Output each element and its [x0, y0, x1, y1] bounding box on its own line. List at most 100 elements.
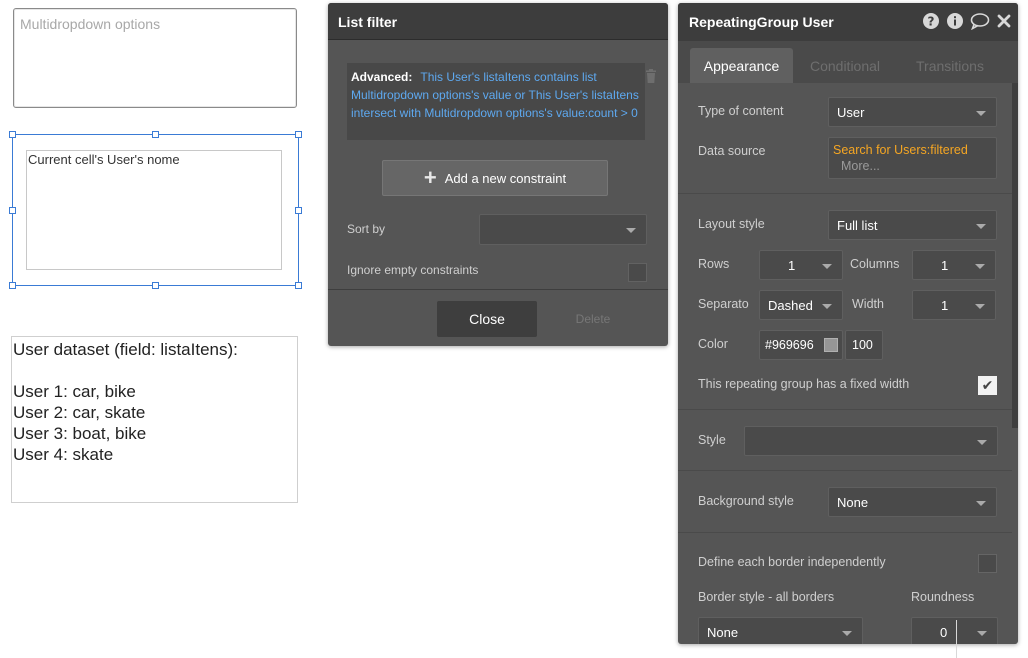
resize-handle-top-left[interactable]	[9, 131, 16, 138]
chevron-down-icon	[626, 228, 636, 233]
repeating-group-cell-text[interactable]: Current cell's User's nome	[26, 150, 282, 270]
fixed-width-label: This repeating group has a fixed width	[698, 377, 910, 391]
close-icon[interactable]	[996, 13, 1012, 29]
property-editor-header: RepeatingGroup User ?	[678, 3, 1018, 41]
dataset-line: User 1: car, bike	[13, 382, 136, 401]
add-constraint-label: Add a new constraint	[444, 170, 567, 186]
divider	[328, 289, 668, 290]
dataset-line: User dataset (field: listaItens):	[13, 340, 238, 359]
layout-style-label: Layout style	[698, 217, 765, 231]
multidropdown-placeholder: Multidropdown options	[20, 16, 161, 32]
background-style-label: Background style	[698, 494, 794, 508]
property-editor-title: RepeatingGroup User	[689, 14, 834, 30]
border-style-label: Border style - all borders	[698, 590, 835, 604]
add-constraint-button[interactable]: + Add a new constraint	[382, 160, 608, 196]
separator-dropdown[interactable]: Dashed	[759, 290, 843, 320]
resize-handle-top[interactable]	[152, 131, 159, 138]
checkmark-icon: ✔	[981, 377, 994, 393]
data-source-label: Data source	[698, 144, 766, 158]
border-style-dropdown[interactable]: None	[698, 617, 863, 644]
comment-icon[interactable]	[970, 12, 990, 30]
advanced-constraint[interactable]: Advanced: This User's listaItens contains…	[347, 63, 645, 140]
svg-text:?: ?	[928, 15, 935, 29]
data-source-field[interactable]: Search for Users:filtered More...	[828, 137, 997, 179]
list-filter-panel: List filter Advanced: This User's listaIt…	[328, 3, 668, 346]
divider	[678, 470, 1012, 471]
info-icon[interactable]	[946, 12, 964, 30]
divider	[956, 620, 957, 658]
chevron-down-icon	[975, 264, 985, 269]
dataset-line: User 3: boat, bike	[13, 424, 147, 443]
data-source-expression[interactable]: Search for Users:filtered	[833, 143, 992, 157]
roundness-label: Roundness	[911, 590, 975, 604]
color-hex-value: #969696	[765, 338, 814, 352]
background-style-value: None	[837, 494, 869, 510]
roundness-input[interactable]: 0	[911, 617, 998, 644]
close-button[interactable]: Close	[437, 301, 537, 337]
dataset-text-box[interactable]: User dataset (field: listaItens): User 1…	[11, 336, 298, 503]
sort-by-label: Sort by	[347, 222, 386, 236]
divider	[678, 409, 1012, 410]
multidropdown-input[interactable]: Multidropdown options	[13, 8, 297, 108]
style-label: Style	[698, 433, 726, 447]
width-dropdown[interactable]: 1	[912, 290, 996, 320]
chevron-down-icon	[976, 501, 986, 506]
chevron-down-icon	[842, 631, 852, 636]
layout-style-dropdown[interactable]: Full list	[828, 210, 997, 240]
type-of-content-dropdown[interactable]: User	[828, 97, 997, 127]
resize-handle-bottom-left[interactable]	[9, 282, 16, 289]
help-icon[interactable]: ?	[922, 12, 940, 30]
ignore-empty-checkbox[interactable]	[628, 263, 647, 282]
style-dropdown[interactable]	[744, 426, 998, 456]
advanced-label: Advanced:	[351, 70, 413, 84]
fixed-width-checkbox[interactable]: ✔	[978, 376, 997, 395]
columns-value: 1	[941, 257, 949, 273]
list-filter-title: List filter	[328, 3, 668, 40]
opacity-input[interactable]: 100	[845, 330, 883, 360]
delete-button[interactable]: Delete	[568, 301, 618, 337]
tab-conditional[interactable]: Conditional	[795, 48, 895, 83]
columns-dropdown[interactable]: 1	[912, 250, 996, 280]
resize-handle-top-right[interactable]	[295, 131, 302, 138]
property-editor-panel: RepeatingGroup User ? Appearance Conditi…	[678, 3, 1018, 644]
resize-handle-left[interactable]	[9, 207, 16, 214]
rows-label: Rows	[698, 257, 730, 271]
chevron-down-icon	[822, 264, 832, 269]
rows-dropdown[interactable]: 1	[759, 250, 843, 280]
roundness-value: 0	[940, 624, 948, 640]
resize-handle-bottom-right[interactable]	[295, 282, 302, 289]
tab-appearance[interactable]: Appearance	[690, 48, 793, 83]
background-style-dropdown[interactable]: None	[828, 487, 997, 517]
layout-style-value: Full list	[837, 217, 878, 233]
data-source-more[interactable]: More...	[841, 157, 992, 176]
rows-value: 1	[788, 257, 796, 273]
ignore-empty-label: Ignore empty constraints	[347, 263, 479, 277]
width-label: Width	[852, 297, 884, 311]
opacity-value: 100	[852, 338, 873, 352]
cell-text: Current cell's User's nome	[28, 152, 180, 167]
chevron-down-icon	[976, 111, 986, 116]
dataset-line: User 2: car, skate	[13, 403, 146, 422]
separator-label: Separato	[698, 297, 749, 311]
border-independent-label: Define each border independently	[698, 555, 886, 569]
color-label: Color	[698, 337, 728, 351]
tab-bar: Appearance Conditional Transitions	[678, 41, 1018, 83]
sort-by-dropdown[interactable]	[479, 214, 647, 245]
scrollbar[interactable]	[1012, 83, 1018, 428]
type-of-content-value: User	[837, 104, 865, 120]
trash-icon[interactable]	[645, 69, 657, 83]
type-of-content-label: Type of content	[698, 104, 784, 118]
chevron-down-icon	[977, 440, 987, 445]
resize-handle-bottom[interactable]	[152, 282, 159, 289]
separator-value: Dashed	[768, 297, 813, 313]
border-independent-checkbox[interactable]	[978, 554, 997, 573]
border-style-value: None	[707, 624, 739, 640]
tab-transitions[interactable]: Transitions	[900, 48, 1000, 83]
plus-icon: +	[423, 165, 437, 190]
chevron-down-icon	[822, 304, 832, 309]
color-swatch[interactable]	[824, 338, 838, 352]
width-value: 1	[941, 297, 949, 313]
chevron-down-icon	[977, 631, 987, 636]
divider	[678, 532, 1012, 533]
resize-handle-right[interactable]	[295, 207, 302, 214]
